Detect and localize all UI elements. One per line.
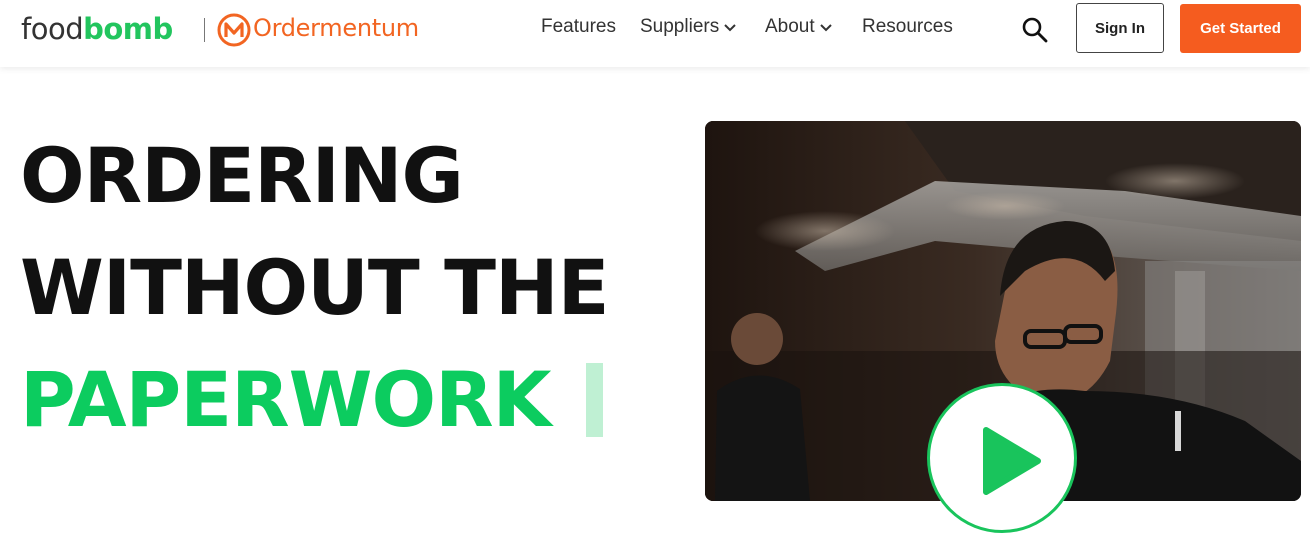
hero-headline-line-1: ORDERING	[20, 131, 464, 220]
sign-in-button[interactable]: Sign In	[1076, 3, 1164, 53]
foodbomb-logo[interactable]: foodbomb	[21, 12, 173, 46]
nav-features[interactable]: Features	[541, 16, 616, 38]
nav-suppliers-label: Suppliers	[640, 16, 720, 37]
play-icon	[983, 427, 1041, 495]
hero-headline-line-2: WITHOUT THE	[20, 243, 610, 332]
nav-suppliers[interactable]: Suppliers	[640, 16, 737, 38]
logo-food-text: food	[21, 12, 84, 46]
site-header: foodbomb Ordermentum Features Suppliers …	[0, 0, 1310, 67]
chevron-down-icon	[724, 24, 736, 32]
get-started-button[interactable]: Get Started	[1180, 4, 1301, 53]
logo-divider	[204, 18, 205, 42]
hero-headline-line-3: PAPERWORK	[20, 355, 552, 444]
search-icon[interactable]	[1020, 15, 1050, 45]
logo-bomb-text: bomb	[83, 12, 173, 46]
chevron-down-icon	[819, 24, 832, 32]
nav-about[interactable]: About	[765, 16, 833, 38]
ordermentum-logo-icon	[217, 13, 251, 47]
typing-cursor	[586, 363, 603, 437]
ordermentum-logo-text: Ordermentum	[253, 14, 419, 42]
nav-resources[interactable]: Resources	[862, 16, 953, 38]
nav-features-label: Features	[541, 16, 616, 37]
play-video-button[interactable]	[927, 383, 1077, 533]
nav-about-label: About	[765, 16, 815, 37]
nav-resources-label: Resources	[862, 16, 953, 37]
